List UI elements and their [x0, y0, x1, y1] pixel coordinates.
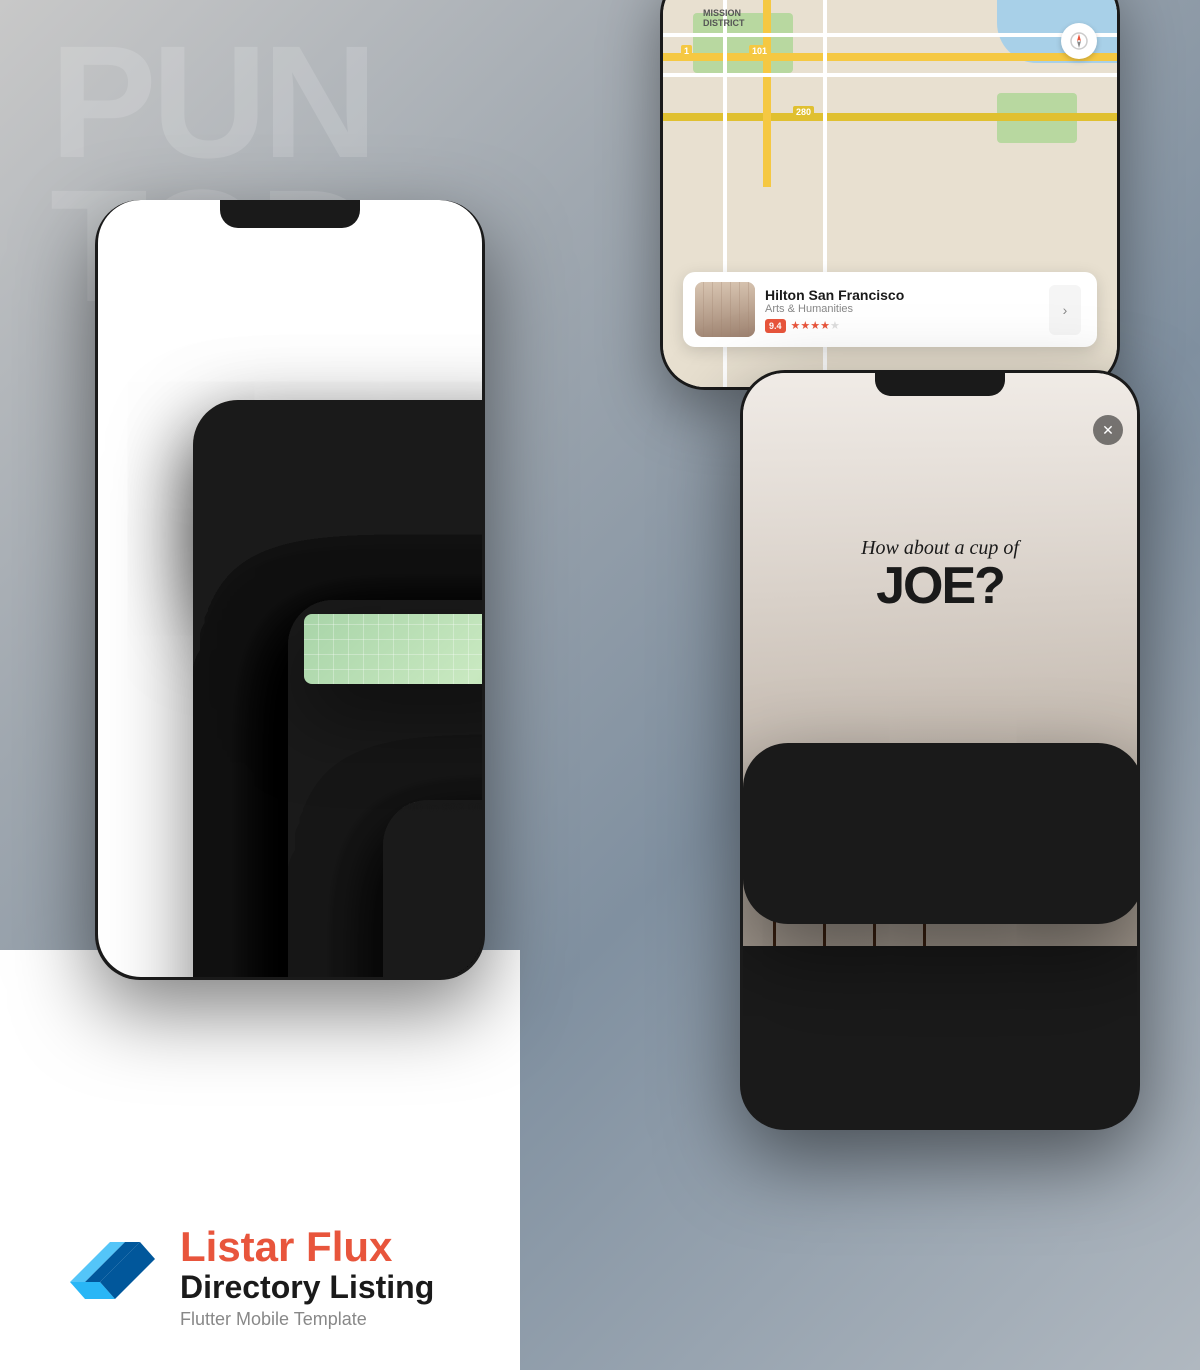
map-listing-info: Hilton San Francisco Arts & Humanities 9…	[765, 287, 904, 333]
phone-gallery-screen: How about a cup of JOE? ✕ Image Gal	[743, 373, 1137, 1127]
app-name: Listar Flux	[180, 1224, 434, 1270]
branding-section: Listar Flux Directory Listing Flutter Mo…	[60, 1224, 434, 1330]
map-rating-row: 9.4 ★★★★★	[765, 319, 904, 333]
template-label: Flutter Mobile Template	[180, 1309, 434, 1330]
phone-left-screen: 100% ▲ ● ■ ← ⊞ Steve Garrett Created on …	[98, 200, 482, 977]
brand-text: Listar Flux Directory Listing Flutter Mo…	[180, 1224, 434, 1330]
map-thin-h2	[663, 73, 1117, 77]
phone-map: MISSIONDISTRICT 101 280 1 Hilton San Fra…	[660, 0, 1120, 390]
map-listing-subtitle: Arts & Humanities	[765, 303, 904, 315]
phone-left-notch	[220, 200, 360, 228]
map-preview[interactable]	[304, 614, 482, 684]
phone-gallery: How about a cup of JOE? ✕ Image Gal	[740, 370, 1140, 1130]
bg-letter-1: PUN	[50, 30, 373, 174]
phone-map-screen: MISSIONDISTRICT 101 280 1 Hilton San Fra…	[663, 0, 1117, 387]
map-label-101: 101	[749, 45, 770, 57]
map-label-mission: MISSIONDISTRICT	[703, 8, 745, 28]
map-stars: ★★★★★	[791, 319, 840, 332]
map-background: MISSIONDISTRICT 101 280 1 Hilton San Fra…	[663, 0, 1117, 387]
map-listing-title: Hilton San Francisco	[765, 287, 904, 303]
map-arrow-button[interactable]: ›	[1049, 285, 1081, 335]
compass-button[interactable]	[1061, 23, 1097, 59]
map-score: 9.4	[765, 319, 786, 333]
map-label-1: 1	[681, 45, 692, 57]
close-button[interactable]: ✕	[1093, 415, 1123, 445]
phone-gallery-notch	[875, 370, 1005, 396]
gallery-section: Image Gallery JOE? GETSHITDONE GETSHITDO…	[743, 743, 1137, 924]
price-value: $46.00 to $93.00	[383, 800, 482, 977]
map-road-v1	[763, 0, 771, 187]
map-road-280	[663, 113, 1117, 121]
map-listing-card[interactable]: Hilton San Francisco Arts & Humanities 9…	[683, 272, 1097, 347]
app-subtitle: Directory Listing	[180, 1270, 434, 1305]
map-listing-thumbnail	[695, 282, 755, 337]
map-road-101	[663, 53, 1117, 61]
joe-big-text: JOE?	[861, 560, 1019, 612]
map-label-280: 280	[793, 106, 814, 118]
joe-text: How about a cup of JOE?	[861, 536, 1019, 612]
map-thin-h1	[663, 33, 1117, 37]
phone-listing-detail: 100% ▲ ● ■ ← ⊞ Steve Garrett Created on …	[95, 200, 485, 980]
flutter-logo	[60, 1227, 160, 1327]
listing-content: Lounge Coffee Bar ♥ Arts & Humanities Fe…	[193, 400, 482, 977]
